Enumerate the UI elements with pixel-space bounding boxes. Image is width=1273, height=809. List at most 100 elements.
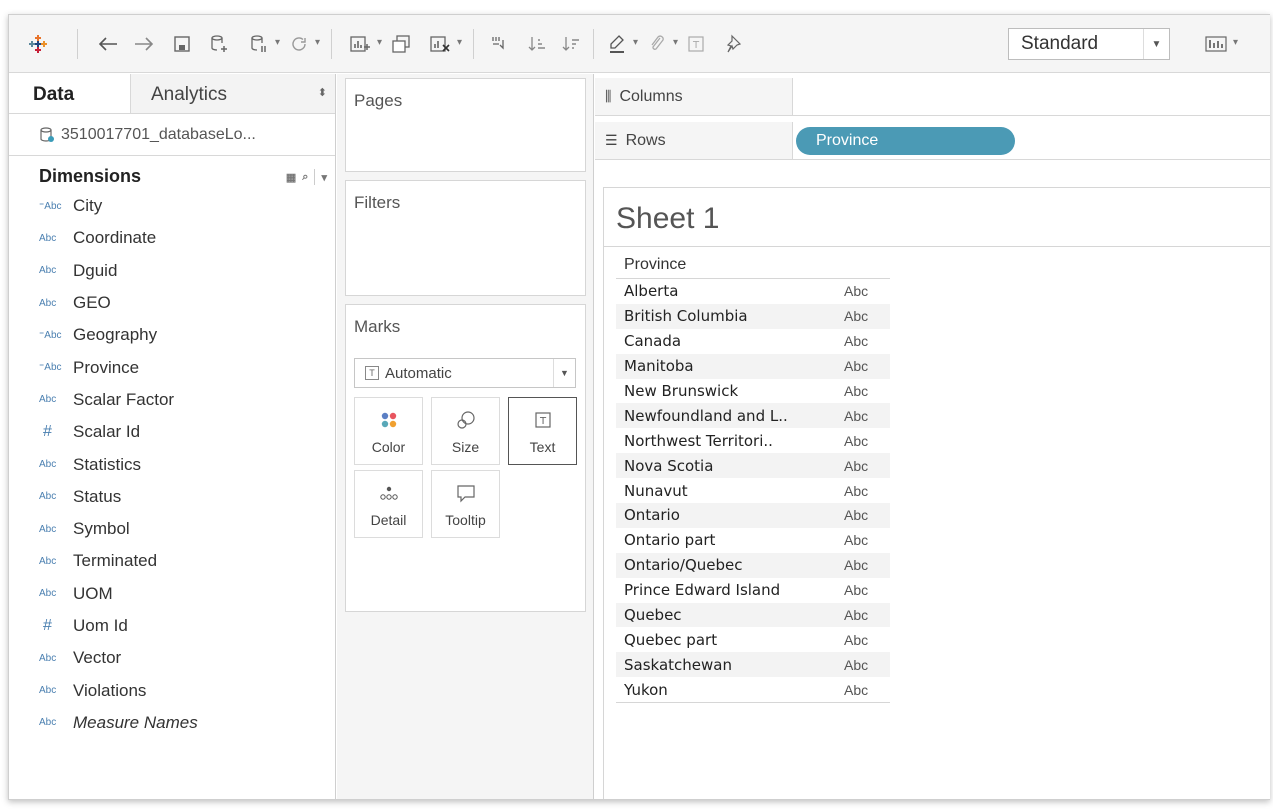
tab-analytics[interactable]: Analytics ⬍ bbox=[131, 74, 335, 113]
field-item[interactable]: Abc Terminated bbox=[9, 545, 335, 577]
field-item[interactable]: Abc Measure Names bbox=[9, 707, 335, 739]
table-row[interactable]: Canada Abc bbox=[616, 329, 890, 354]
size-button[interactable]: Size bbox=[431, 397, 500, 465]
rows-drop-area[interactable]: Province bbox=[793, 122, 1270, 159]
field-name: Status bbox=[73, 486, 122, 506]
table-row[interactable]: Ontario part Abc bbox=[616, 528, 890, 553]
field-item[interactable]: Abc Vector bbox=[9, 642, 335, 674]
table-row[interactable]: Nova Scotia Abc bbox=[616, 453, 890, 479]
table-row[interactable]: Ontario Abc bbox=[616, 503, 890, 528]
table-row[interactable]: Quebec Abc bbox=[616, 602, 890, 628]
save-icon[interactable] bbox=[173, 33, 191, 55]
tableau-logo-icon[interactable] bbox=[27, 33, 49, 55]
detail-button[interactable]: Detail bbox=[354, 470, 423, 538]
table-row[interactable]: Quebec part Abc bbox=[616, 627, 890, 652]
geo-string-type-icon: ⁼Abc bbox=[39, 329, 62, 341]
tab-data[interactable]: Data bbox=[9, 74, 131, 113]
province-name: Saskatchewan bbox=[624, 655, 732, 674]
updown-arrows-icon[interactable]: ⬍ bbox=[318, 86, 327, 99]
mark-type-dropdown[interactable]: T Automatic ▼ bbox=[354, 358, 576, 388]
pause-updates-icon[interactable] bbox=[249, 33, 269, 55]
field-name: Measure Names bbox=[73, 712, 198, 732]
view-list-icon[interactable]: ▦ bbox=[286, 171, 296, 184]
table-row[interactable]: Ontario/Quebec Abc bbox=[616, 552, 890, 578]
field-item[interactable]: ⁼Abc Province bbox=[9, 351, 335, 383]
sort-desc-icon[interactable] bbox=[561, 33, 581, 55]
field-item[interactable]: ⁼Abc Geography bbox=[9, 319, 335, 351]
field-item[interactable]: Abc Statistics bbox=[9, 448, 335, 480]
cell-value: Abc bbox=[844, 656, 869, 673]
highlight-icon[interactable] bbox=[607, 33, 627, 55]
back-icon[interactable] bbox=[97, 33, 119, 55]
tooltip-button[interactable]: Tooltip bbox=[431, 470, 500, 538]
new-datasource-icon[interactable] bbox=[209, 33, 229, 55]
table-row[interactable]: Yukon Abc bbox=[616, 677, 890, 702]
new-worksheet-icon[interactable] bbox=[349, 33, 371, 55]
datasource-item[interactable]: 3510017701_databaseLo... bbox=[9, 114, 335, 156]
sheet-title[interactable]: Sheet 1 bbox=[616, 202, 719, 236]
table-row[interactable]: Alberta Abc bbox=[616, 279, 890, 304]
table-row[interactable]: Nunavut Abc bbox=[616, 478, 890, 503]
cell-value: Abc bbox=[844, 383, 869, 399]
pin-icon[interactable] bbox=[725, 33, 743, 55]
fit-dropdown[interactable]: Standard ▼ bbox=[1008, 28, 1170, 60]
pages-card[interactable]: Pages bbox=[345, 78, 586, 172]
clear-icon[interactable] bbox=[429, 33, 451, 55]
search-icon[interactable]: ⌕ bbox=[302, 171, 308, 184]
filters-card[interactable]: Filters bbox=[345, 180, 586, 296]
field-item[interactable]: Abc Scalar Factor bbox=[9, 384, 335, 416]
refresh-icon[interactable] bbox=[289, 33, 309, 55]
table-row[interactable]: British Columbia Abc bbox=[616, 303, 890, 329]
color-button[interactable]: Color bbox=[354, 397, 423, 465]
field-item[interactable]: Abc Status bbox=[9, 481, 335, 513]
swap-icon[interactable] bbox=[489, 33, 509, 55]
fit-dropdown-value: Standard bbox=[1021, 33, 1099, 54]
field-name: Vector bbox=[73, 648, 122, 668]
duplicate-icon[interactable] bbox=[391, 33, 411, 55]
show-me-icon[interactable] bbox=[1205, 33, 1227, 55]
field-name: Statistics bbox=[73, 454, 142, 474]
text-mark-icon: T bbox=[365, 366, 379, 380]
field-item[interactable]: Abc Violations bbox=[9, 674, 335, 706]
field-item[interactable]: Abc Symbol bbox=[9, 513, 335, 545]
string-type-icon: Abc bbox=[39, 555, 57, 567]
cell-value: Abc bbox=[844, 457, 869, 474]
field-name: Scalar Id bbox=[73, 422, 141, 442]
field-name: Coordinate bbox=[73, 228, 157, 248]
string-type-icon: Abc bbox=[39, 717, 57, 729]
province-pill[interactable]: Province bbox=[796, 127, 1015, 155]
number-type-icon: # bbox=[43, 423, 52, 441]
text-button[interactable]: T Text bbox=[508, 397, 577, 465]
data-pane: Data Analytics ⬍ 3510017701_databaseLo..… bbox=[9, 74, 336, 799]
table-row[interactable]: New Brunswick Abc bbox=[616, 379, 890, 404]
field-item[interactable]: ⁼Abc City bbox=[9, 190, 335, 222]
sort-asc-icon[interactable] bbox=[527, 33, 547, 55]
svg-text:T: T bbox=[538, 416, 546, 427]
table-row[interactable]: Newfoundland and L.. Abc bbox=[616, 403, 890, 429]
province-name: Canada bbox=[624, 332, 682, 351]
field-item[interactable]: Abc Coordinate bbox=[9, 222, 335, 254]
cell-value: Abc bbox=[844, 482, 869, 499]
field-item[interactable]: # Uom Id bbox=[9, 610, 335, 642]
table-row[interactable]: Prince Edward Island Abc bbox=[616, 578, 890, 603]
detail-label: Detail bbox=[370, 512, 407, 528]
cell-value: Abc bbox=[844, 631, 869, 648]
columns-drop-area[interactable] bbox=[793, 78, 1270, 115]
data-pane-tabs: Data Analytics ⬍ bbox=[9, 74, 335, 114]
labels-icon[interactable]: T bbox=[687, 33, 705, 55]
field-item[interactable]: Abc GEO bbox=[9, 287, 335, 319]
table-row[interactable]: Manitoba Abc bbox=[616, 353, 890, 379]
field-item[interactable]: # Scalar Id bbox=[9, 416, 335, 448]
field-item[interactable]: Abc UOM bbox=[9, 578, 335, 610]
province-name: Northwest Territori.. bbox=[624, 431, 773, 450]
group-icon[interactable] bbox=[647, 33, 667, 55]
field-name: Scalar Factor bbox=[73, 389, 175, 409]
table-row[interactable]: Saskatchewan Abc bbox=[616, 652, 890, 678]
field-name: Uom Id bbox=[73, 616, 128, 635]
field-item[interactable]: Abc Dguid bbox=[9, 255, 335, 287]
column-header[interactable]: Province bbox=[616, 254, 890, 279]
table-row[interactable]: Northwest Territori.. Abc bbox=[616, 428, 890, 453]
forward-icon[interactable] bbox=[133, 33, 155, 55]
size-label: Size bbox=[451, 439, 480, 455]
chevron-down-icon[interactable]: ▾ bbox=[321, 171, 327, 184]
